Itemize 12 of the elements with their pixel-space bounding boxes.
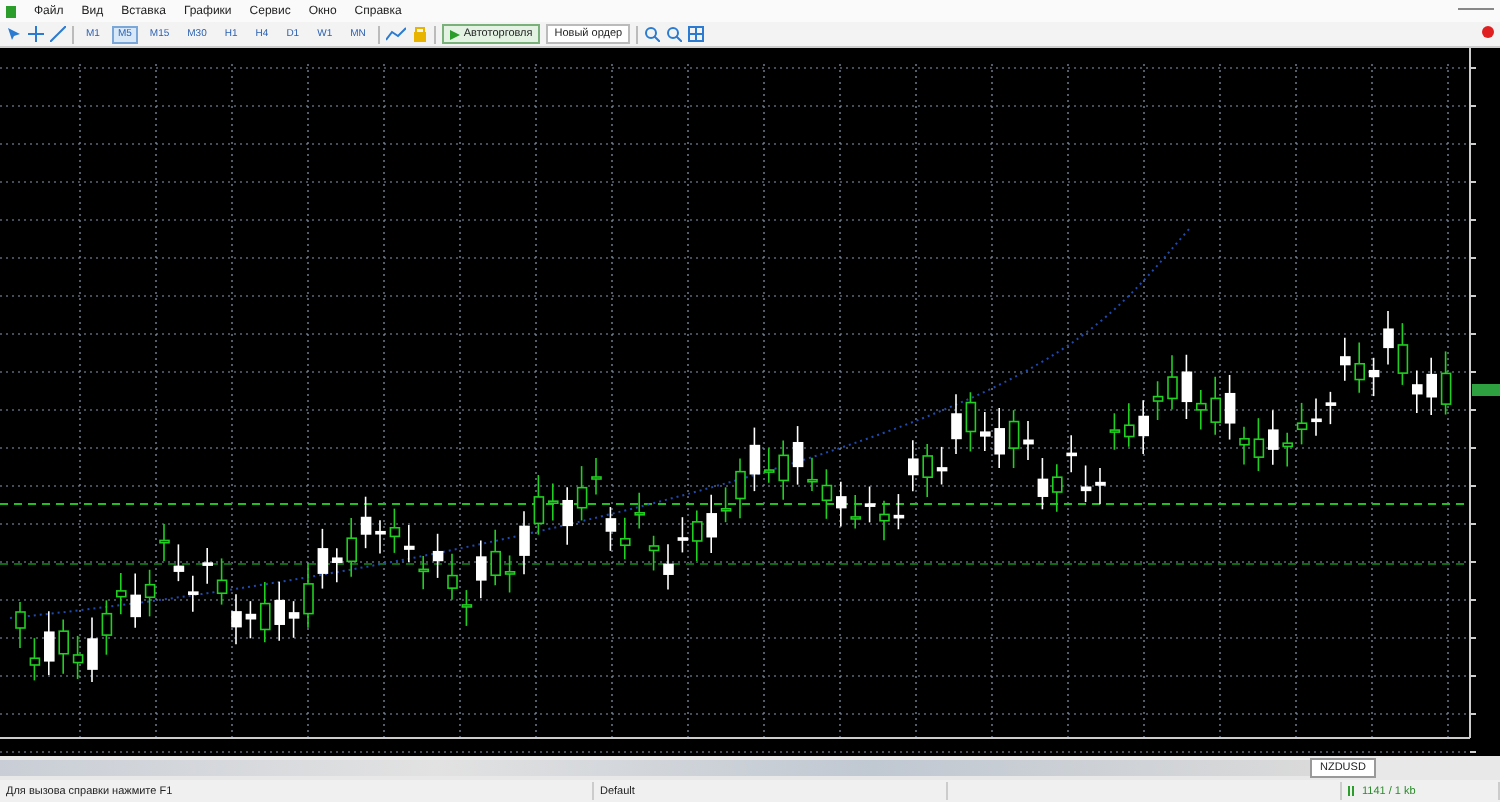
zoom-in-icon[interactable]: [644, 26, 661, 42]
connection-icon: [1348, 786, 1358, 796]
window-controls-icon[interactable]: [1458, 7, 1494, 15]
play-icon: [449, 29, 460, 39]
line-tool-icon[interactable]: [50, 26, 66, 42]
zoom-out-icon[interactable]: [666, 26, 683, 42]
crosshair-icon[interactable]: [28, 26, 44, 42]
app-logo-icon: [6, 5, 16, 17]
cursor-icon[interactable]: [6, 26, 22, 42]
chart-type-icon[interactable]: [385, 26, 406, 42]
grid-icon[interactable]: [688, 26, 705, 42]
price-marker: [1472, 384, 1500, 396]
